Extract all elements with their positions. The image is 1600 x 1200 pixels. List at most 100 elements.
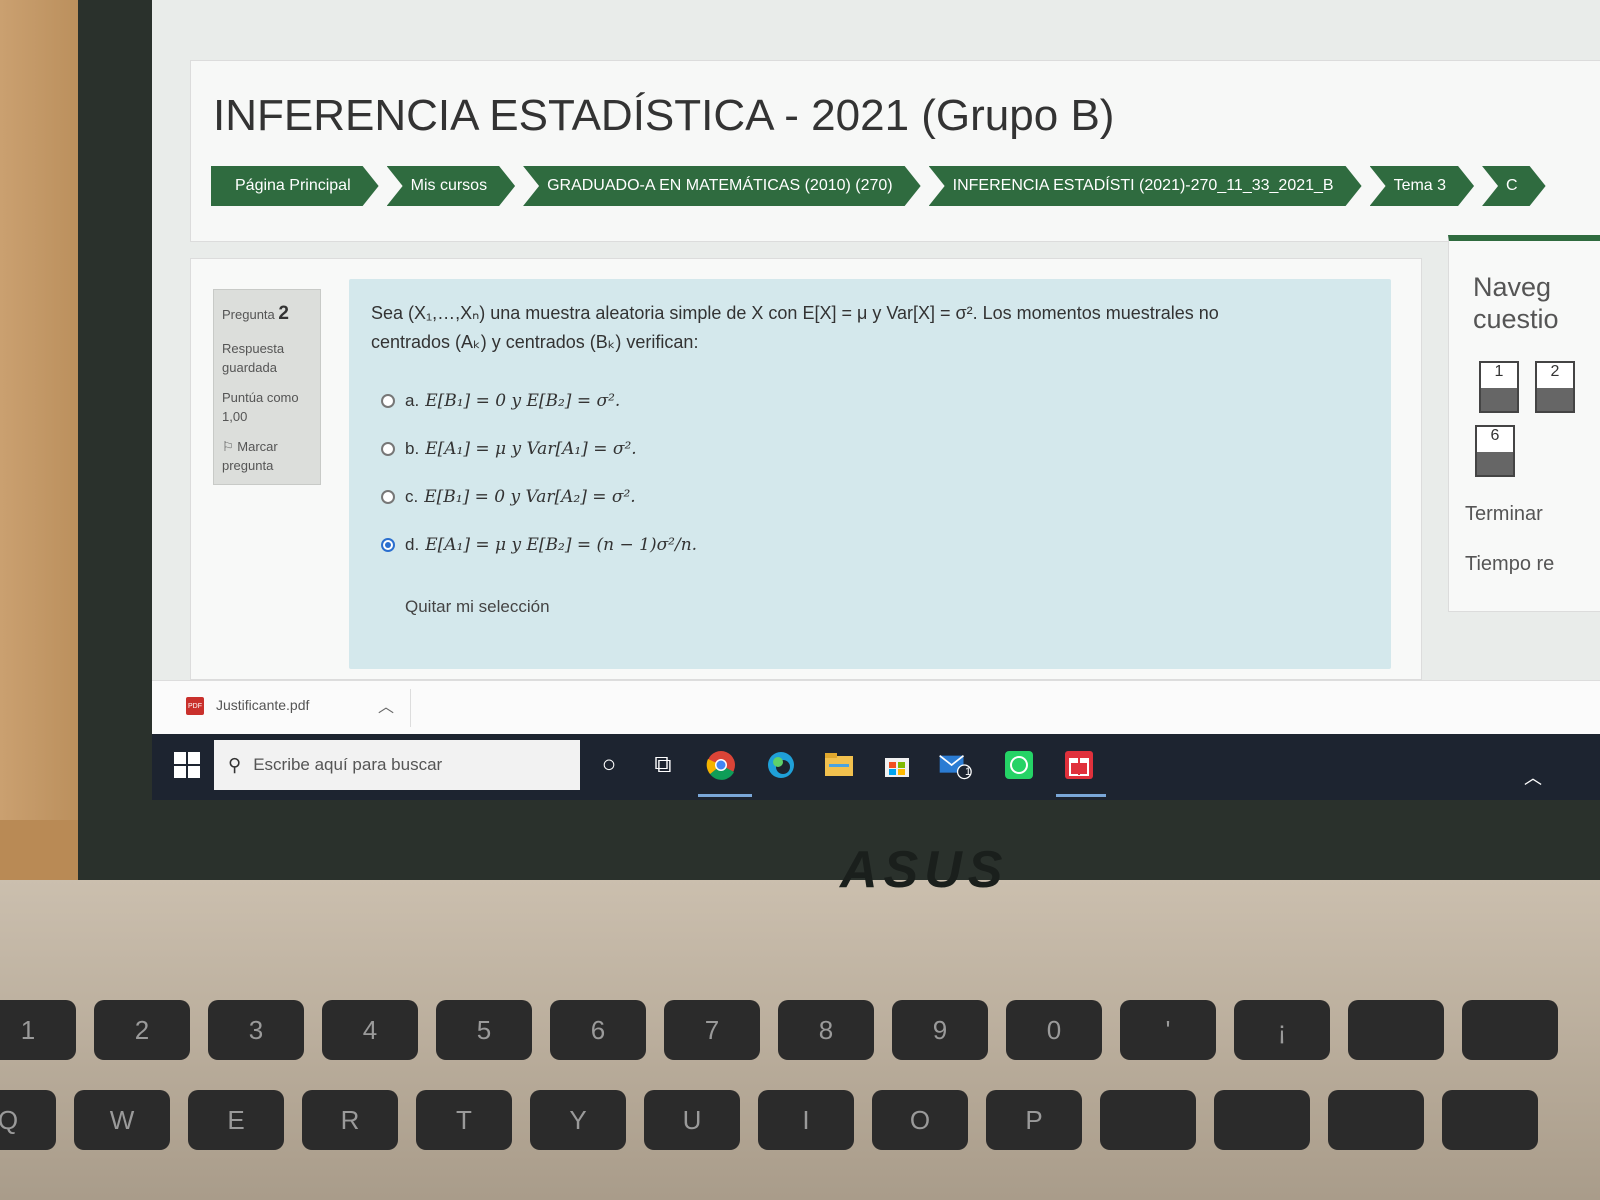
clear-selection-link[interactable]: Quitar mi selección xyxy=(405,597,1369,617)
answer-option-a[interactable]: a. E[B₁] = 0 y E[B₂] = σ². xyxy=(371,377,1369,425)
page-header: INFERENCIA ESTADÍSTICA - 2021 (Grupo B) … xyxy=(190,60,1600,242)
option-text: E[B₁] = 0 y Var[A₂] = σ². xyxy=(424,486,636,507)
active-app-indicator xyxy=(1056,794,1106,797)
breadcrumb-quiz[interactable]: C xyxy=(1482,166,1546,206)
breadcrumb-topic[interactable]: Tema 3 xyxy=(1370,166,1474,206)
question-content: Sea (X₁,…,Xₙ) una muestra aleatoria simp… xyxy=(349,279,1391,669)
finish-attempt-link[interactable]: Terminar xyxy=(1465,503,1543,526)
radio-option-d[interactable] xyxy=(381,537,395,552)
nav-fill xyxy=(1537,387,1573,411)
key xyxy=(1100,1090,1196,1150)
cortana-icon[interactable]: ○ xyxy=(592,748,626,782)
keyboard-row: Q W E R T Y U I O P xyxy=(0,1090,1538,1150)
option-letter: d. xyxy=(405,534,420,554)
key: 8 xyxy=(778,1000,874,1060)
key: 1 xyxy=(0,1000,76,1060)
option-text: E[B₁] = 0 y E[B₂] = σ². xyxy=(425,390,621,411)
nav-question-number: 2 xyxy=(1550,363,1560,380)
nav-question-number: 6 xyxy=(1490,427,1500,444)
key: 2 xyxy=(94,1000,190,1060)
search-icon: ⚲ xyxy=(228,754,242,775)
question-text-line2: centrados (Aₖ) y centrados (Bₖ) verifica… xyxy=(371,331,699,352)
whatsapp-icon[interactable] xyxy=(1002,748,1036,782)
key xyxy=(1462,1000,1558,1060)
chrome-icon[interactable] xyxy=(704,748,738,782)
key: 5 xyxy=(436,1000,532,1060)
breadcrumb-my-courses[interactable]: Mis cursos xyxy=(387,166,515,206)
nav-question-2[interactable]: 2 xyxy=(1535,361,1575,413)
key xyxy=(1348,1000,1444,1060)
time-remaining-label: Tiempo re xyxy=(1465,553,1555,575)
taskbar: ⚲ Escribe aquí para buscar ○ ⧉ 1 ︿ xyxy=(152,734,1600,800)
downloads-bar: PDF Justificante.pdf ︿ xyxy=(152,680,1600,735)
option-text: E[A₁] = μ y Var[A₁] = σ². xyxy=(425,438,637,459)
breadcrumb: Página Principal Mis cursos GRADUADO-A E… xyxy=(211,166,1554,206)
question-text: Sea (X₁,…,Xₙ) una muestra aleatoria simp… xyxy=(371,299,1369,357)
key xyxy=(1214,1090,1310,1150)
browser-screen: INFERENCIA ESTADÍSTICA - 2021 (Grupo B) … xyxy=(152,0,1600,800)
answer-option-b[interactable]: b. E[A₁] = μ y Var[A₁] = σ². xyxy=(371,425,1369,473)
keyboard-row: 1 2 3 4 5 6 7 8 9 0 ' ¡ xyxy=(0,1000,1558,1060)
key: E xyxy=(188,1090,284,1150)
key: Q xyxy=(0,1090,56,1150)
divider xyxy=(410,689,411,727)
mail-icon[interactable]: 1 xyxy=(938,748,972,782)
key: U xyxy=(644,1090,740,1150)
laptop-brand-logo: ASUS xyxy=(840,841,1009,899)
pdf-icon: PDF xyxy=(186,697,204,715)
option-letter: b. xyxy=(405,438,420,458)
key: I xyxy=(758,1090,854,1150)
store-icon[interactable] xyxy=(880,748,914,782)
key: ' xyxy=(1120,1000,1216,1060)
breadcrumb-degree[interactable]: GRADUADO-A EN MATEMÁTICAS (2010) (270) xyxy=(523,166,921,206)
task-view-icon[interactable]: ⧉ xyxy=(646,748,680,782)
key: 9 xyxy=(892,1000,988,1060)
download-filename[interactable]: Justificante.pdf xyxy=(216,697,309,713)
key: 0 xyxy=(1006,1000,1102,1060)
radio-option-c[interactable] xyxy=(381,489,395,504)
nav-question-6[interactable]: 6 xyxy=(1475,425,1515,477)
file-explorer-icon[interactable] xyxy=(822,748,856,782)
option-letter: c. xyxy=(405,486,419,506)
nav-question-1[interactable]: 1 xyxy=(1479,361,1519,413)
breadcrumb-course[interactable]: INFERENCIA ESTADÍSTI (2021)-270_11_33_20… xyxy=(929,166,1362,206)
tray-chevron-up-icon[interactable]: ︿ xyxy=(1524,764,1542,790)
question-label: Pregunta xyxy=(222,307,275,322)
search-placeholder: Escribe aquí para buscar xyxy=(253,755,443,774)
key xyxy=(1442,1090,1538,1150)
key: W xyxy=(74,1090,170,1150)
question-text-line1: Sea (X₁,…,Xₙ) una muestra aleatoria simp… xyxy=(371,303,1219,323)
flag-icon: ⚐ xyxy=(222,438,234,454)
key: 3 xyxy=(208,1000,304,1060)
question-score: Puntúa como 1,00 xyxy=(222,389,299,425)
page-title: INFERENCIA ESTADÍSTICA - 2021 (Grupo B) xyxy=(213,91,1115,140)
laptop-base: 1 2 3 4 5 6 7 8 9 0 ' ¡ Q W E R T Y U I … xyxy=(0,880,1600,1200)
key: P xyxy=(986,1090,1082,1150)
key xyxy=(1328,1090,1424,1150)
radio-option-b[interactable] xyxy=(381,441,395,456)
mail-badge: 1 xyxy=(965,766,972,778)
edge-icon[interactable] xyxy=(764,748,798,782)
nav-title-line2: cuestio xyxy=(1473,304,1559,335)
breadcrumb-home[interactable]: Página Principal xyxy=(211,166,379,206)
key: ¡ xyxy=(1234,1000,1330,1060)
chevron-up-icon[interactable]: ︿ xyxy=(378,693,394,717)
nav-title-line1: Naveg xyxy=(1473,272,1552,302)
windows-start-icon[interactable] xyxy=(174,752,200,778)
answer-option-d[interactable]: d. E[A₁] = μ y E[B₂] = (n − 1)σ²/n. xyxy=(371,521,1369,569)
key: O xyxy=(872,1090,968,1150)
key: 6 xyxy=(550,1000,646,1060)
key: 4 xyxy=(322,1000,418,1060)
question-status: Respuesta guardada xyxy=(222,340,285,376)
nav-fill xyxy=(1481,387,1517,411)
option-letter: a. xyxy=(405,390,420,410)
gift-icon[interactable] xyxy=(1062,748,1096,782)
radio-option-a[interactable] xyxy=(381,393,395,408)
nav-fill xyxy=(1477,451,1513,475)
answer-option-c[interactable]: c. E[B₁] = 0 y Var[A₂] = σ². xyxy=(371,473,1369,521)
nav-question-number: 1 xyxy=(1494,363,1504,380)
flag-question-link[interactable]: ⚐ Marcar pregunta xyxy=(222,437,312,476)
question-info: Pregunta 2 Respuesta guardada Puntúa com… xyxy=(213,289,321,485)
key: 7 xyxy=(664,1000,760,1060)
taskbar-search-input[interactable]: ⚲ Escribe aquí para buscar xyxy=(214,740,580,790)
